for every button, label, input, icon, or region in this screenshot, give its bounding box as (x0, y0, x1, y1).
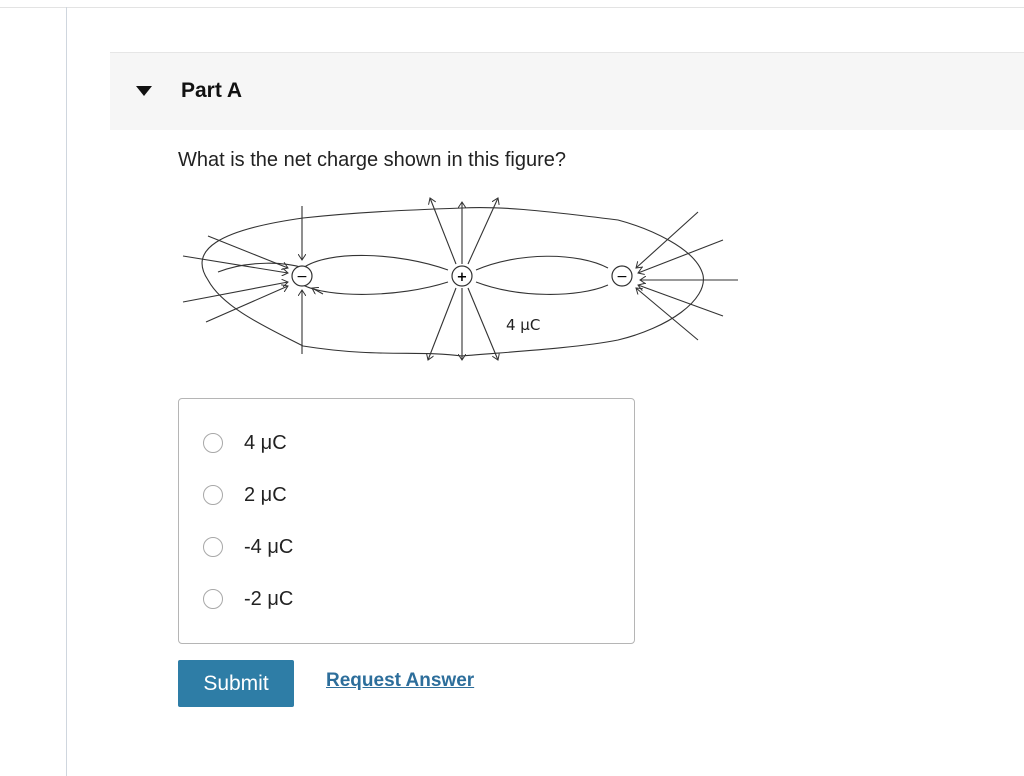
radio-button[interactable] (203, 537, 223, 557)
charge-magnitude-label: 4 μC (506, 316, 540, 334)
radio-button[interactable] (203, 485, 223, 505)
choice-4-uc[interactable]: 4 μC (203, 428, 287, 458)
question-text: What is the net charge shown in this fig… (178, 149, 566, 171)
top-divider (0, 7, 1024, 8)
left-divider (66, 7, 67, 776)
answer-choices: 4 μC 2 μC -4 μC -2 μC (178, 398, 635, 644)
choice-label: -2 μC (244, 587, 294, 610)
radio-button[interactable] (203, 589, 223, 609)
choice-neg-4-uc[interactable]: -4 μC (203, 532, 293, 562)
svg-text:+: + (457, 270, 468, 285)
svg-text:−: − (296, 269, 308, 285)
left-negative-charge: − (291, 265, 313, 287)
field-line-figure: − + − 4 μC (182, 190, 738, 370)
choice-neg-2-uc[interactable]: -2 μC (203, 584, 293, 614)
choice-label: -4 μC (244, 535, 294, 558)
choice-label: 4 μC (244, 431, 287, 454)
center-positive-charge: + (451, 265, 473, 287)
submit-button[interactable]: Submit (178, 660, 294, 707)
radio-button[interactable] (203, 433, 223, 453)
choice-label: 2 μC (244, 483, 287, 506)
part-header[interactable]: Part A (110, 52, 1024, 130)
part-title: Part A (181, 79, 243, 102)
collapse-triangle-icon[interactable] (136, 86, 152, 96)
request-answer-link[interactable]: Request Answer (326, 670, 474, 692)
svg-text:−: − (616, 269, 628, 285)
choice-2-uc[interactable]: 2 μC (203, 480, 287, 510)
right-negative-charge: − (611, 265, 633, 287)
